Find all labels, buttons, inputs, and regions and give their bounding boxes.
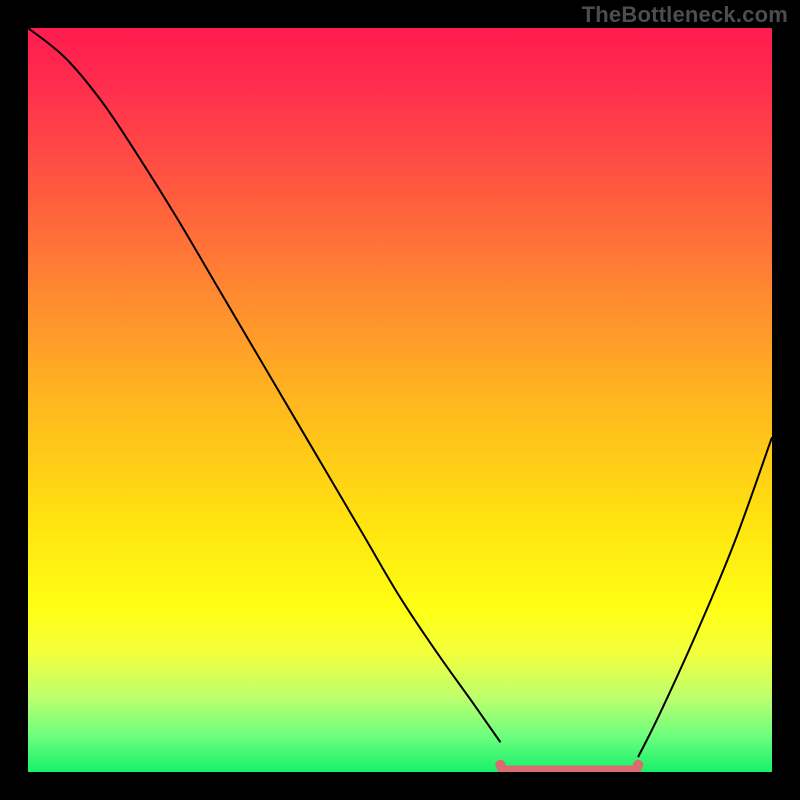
curve-right: [638, 437, 772, 757]
watermark-text: TheBottleneck.com: [582, 2, 788, 28]
flat-dot-right: [633, 760, 643, 770]
chart-root: TheBottleneck.com: [0, 0, 800, 800]
flat-dot-left: [495, 760, 505, 770]
curve-left: [28, 28, 500, 742]
plot-area: [28, 28, 772, 772]
chart-svg: [28, 28, 772, 772]
